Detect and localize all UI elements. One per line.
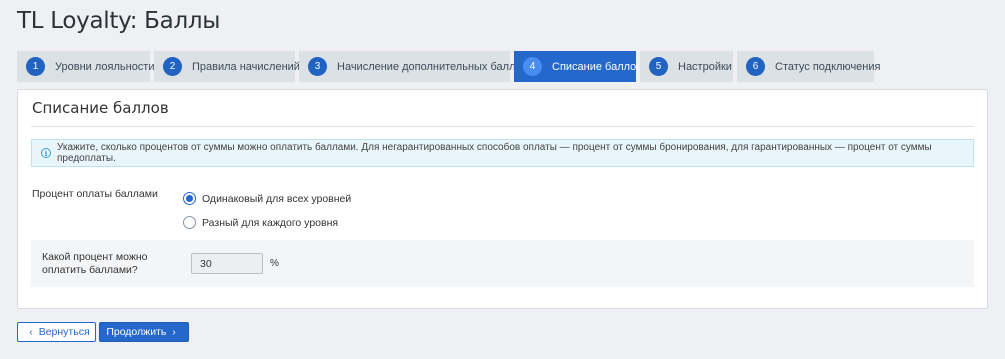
continue-button-label: Продолжить bbox=[106, 326, 167, 338]
tab-number: 4 bbox=[523, 57, 542, 76]
radio-label: Одинаковый для всех уровней bbox=[202, 192, 352, 205]
tab-settings[interactable]: 5 Настройки bbox=[640, 51, 733, 82]
radio-same-for-all-levels[interactable]: Одинаковый для всех уровней bbox=[183, 192, 351, 205]
percent-block: Какой процент можно оплатить баллами? % bbox=[31, 240, 974, 287]
tab-label: Статус подключения bbox=[775, 60, 881, 73]
page-title: TL Loyalty: Баллы bbox=[17, 8, 221, 34]
radio-label: Разный для каждого уровня bbox=[202, 216, 339, 229]
continue-button[interactable]: Продолжить › bbox=[99, 322, 189, 342]
tab-label: Начисление дополнительных баллов bbox=[337, 60, 528, 73]
tab-label: Правила начислений bbox=[192, 60, 300, 73]
wizard-tabs: 1 Уровни лояльности 2 Правила начислений… bbox=[17, 51, 880, 82]
percent-input[interactable] bbox=[191, 253, 263, 274]
chevron-left-icon: ‹ bbox=[29, 326, 33, 338]
tab-label: Уровни лояльности bbox=[55, 60, 155, 73]
percent-question-label: Какой процент можно оплатить баллами? bbox=[42, 251, 148, 276]
info-text: Укажите, сколько процентов от суммы можн… bbox=[57, 142, 932, 164]
card-divider bbox=[31, 126, 974, 127]
tab-number: 3 bbox=[308, 57, 327, 76]
back-button[interactable]: ‹ Вернуться bbox=[17, 322, 96, 342]
tab-number: 5 bbox=[649, 57, 668, 76]
chevron-right-icon: › bbox=[172, 326, 176, 338]
tab-label: Настройки bbox=[678, 60, 732, 73]
page: TL Loyalty: Баллы 1 Уровни лояльности 2 … bbox=[0, 0, 1005, 359]
tab-loyalty-levels[interactable]: 1 Уровни лояльности bbox=[17, 51, 155, 82]
percent-unit: % bbox=[270, 258, 279, 269]
tab-number: 1 bbox=[26, 57, 45, 76]
info-icon: i bbox=[41, 148, 51, 158]
tab-connection-status[interactable]: 6 Статус подключения bbox=[737, 51, 880, 82]
tab-label: Списание баллов bbox=[552, 60, 643, 73]
radio-button[interactable] bbox=[183, 192, 196, 205]
tab-extra-points[interactable]: 3 Начисление дополнительных баллов bbox=[299, 51, 528, 82]
radio-different-per-level[interactable]: Разный для каждого уровня bbox=[183, 216, 338, 229]
redemption-card: Списание баллов i Укажите, сколько проце… bbox=[17, 89, 988, 309]
radio-button[interactable] bbox=[183, 216, 196, 229]
back-button-label: Вернуться bbox=[38, 326, 90, 338]
tab-number: 6 bbox=[746, 57, 765, 76]
payment-percent-label: Процент оплаты баллами bbox=[32, 188, 158, 200]
tab-points-redemption[interactable]: 4 Списание баллов bbox=[514, 51, 642, 82]
card-title: Списание баллов bbox=[32, 99, 169, 117]
tab-number: 2 bbox=[163, 57, 182, 76]
tab-accrual-rules[interactable]: 2 Правила начислений bbox=[154, 51, 300, 82]
info-banner: i Укажите, сколько процентов от суммы мо… bbox=[31, 139, 974, 167]
